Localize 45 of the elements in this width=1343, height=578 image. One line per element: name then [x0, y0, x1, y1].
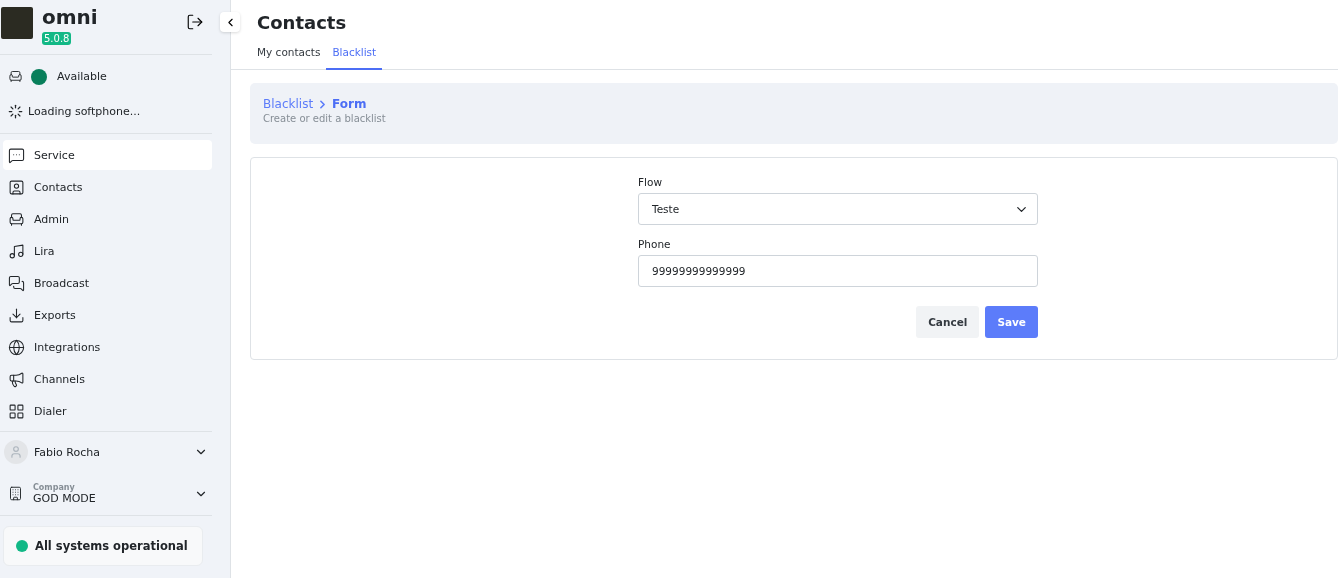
nav-item[interactable]: Admin — [3, 204, 212, 234]
nav-item[interactable]: Integrations — [3, 332, 212, 362]
select-field[interactable]: Teste — [638, 193, 1038, 225]
app-name: omni — [42, 7, 98, 27]
save-button[interactable]: Save — [985, 306, 1038, 338]
music-icon — [8, 242, 25, 260]
nav-item[interactable]: Service — [3, 140, 212, 170]
page-title: Contacts — [257, 12, 348, 33]
user-menu[interactable]: Fabio Rocha — [0, 432, 212, 472]
logout-button[interactable] — [186, 13, 204, 31]
company-caption: Company — [33, 482, 76, 492]
tab[interactable]: My contacts — [251, 46, 327, 70]
nav-item[interactable]: Contacts — [3, 172, 212, 202]
cancel-button[interactable]: Cancel — [916, 306, 980, 338]
softphone-status: Loading softphone... — [28, 105, 141, 118]
company-menu[interactable]: Company GOD MODE — [0, 472, 212, 516]
system-status-text: All systems operational — [35, 539, 188, 553]
field-label: Flow — [638, 176, 663, 188]
nav-item[interactable]: Dialer — [3, 396, 212, 426]
page-subtitle: Create or edit a blacklist — [263, 113, 387, 124]
nav-item[interactable]: Exports — [3, 300, 212, 330]
company-name: GOD MODE — [33, 491, 97, 505]
collapse-button[interactable] — [220, 12, 240, 32]
chair-icon — [8, 210, 25, 228]
spinner-icon — [8, 104, 23, 119]
contact-card-icon — [8, 178, 25, 196]
building-icon — [8, 486, 23, 501]
chair-icon — [8, 69, 23, 84]
globe-icon — [8, 338, 25, 356]
nav-item[interactable]: Lira — [3, 236, 212, 266]
megaphone-icon — [8, 370, 25, 388]
version-badge: 5.0.8 — [42, 32, 72, 45]
avatar — [4, 440, 28, 464]
field-label: Phone — [638, 238, 672, 250]
nav-item[interactable]: Broadcast — [3, 268, 212, 298]
tab[interactable]: Blacklist — [326, 46, 383, 70]
grid-icon — [8, 402, 25, 420]
logo-image — [1, 7, 33, 39]
messages-icon — [8, 274, 25, 292]
nav-item[interactable]: Channels — [3, 364, 212, 394]
status-label: Available — [57, 70, 107, 83]
download-icon — [8, 306, 25, 324]
chat-icon — [8, 146, 25, 164]
breadcrumb-current: Form — [332, 97, 367, 111]
input-field[interactable]: 99999999999999 — [638, 255, 1038, 287]
